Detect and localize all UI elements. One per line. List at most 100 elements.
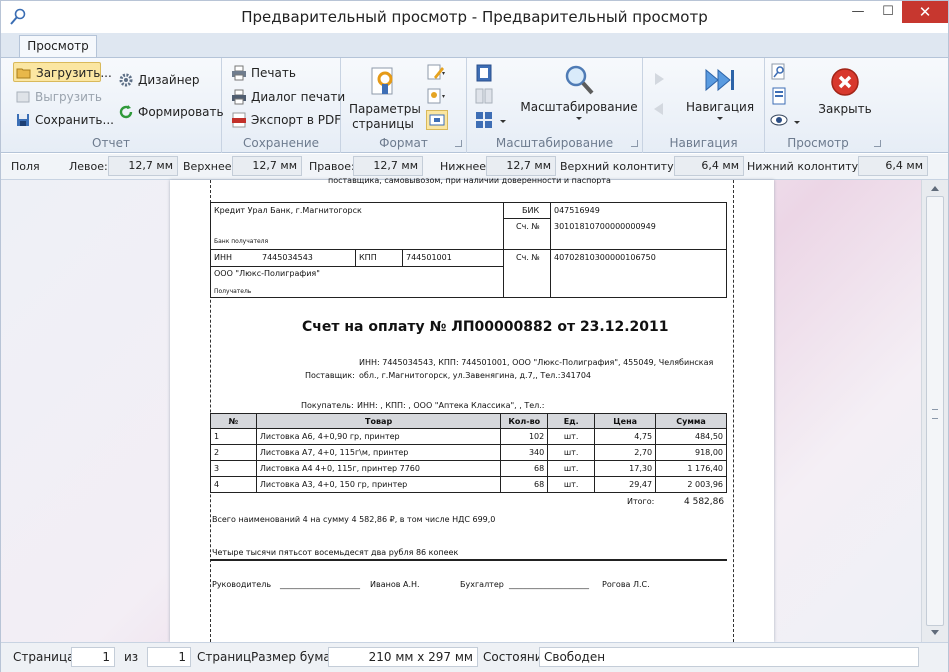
one-page-button[interactable]: [474, 63, 496, 83]
page-params-button[interactable]: Параметры страницы: [349, 66, 421, 132]
scaling-button[interactable]: Масштабирование: [519, 64, 639, 120]
maximize-button[interactable]: ☐: [873, 1, 903, 23]
kpp-value: 744501001: [406, 253, 452, 262]
table-row: 4 Листовка А3, 4+0, 150 гр, принтер 68 ш…: [210, 476, 727, 493]
build-label: Формировать: [138, 105, 224, 119]
close-window-button[interactable]: ✕: [902, 1, 948, 23]
title-bar: Предварительный просмотр - Предварительн…: [1, 1, 948, 33]
page-color-button[interactable]: [426, 63, 448, 83]
thumbnails-button[interactable]: [769, 86, 791, 106]
top-margin-field[interactable]: 12,7 мм: [232, 156, 302, 176]
group-navigation-label: Навигация: [669, 136, 738, 150]
bank-name: Кредит Урал Банк, г.Магнитогорск: [214, 206, 362, 215]
current-page-field[interactable]: 1: [71, 647, 115, 667]
cell-product: Листовка А4 4+0, 115г, принтер 7760: [255, 460, 502, 477]
watermark-button[interactable]: [426, 86, 448, 106]
save-label: Сохранить...: [35, 113, 114, 127]
group-view-launcher[interactable]: [874, 140, 881, 147]
print-button[interactable]: Печать: [229, 63, 296, 83]
printer-icon: [232, 65, 246, 81]
build-button[interactable]: Формировать: [116, 102, 224, 122]
navigation-button[interactable]: Навигация: [680, 64, 760, 120]
group-scaling-launcher[interactable]: [631, 140, 638, 147]
group-format-launcher[interactable]: [455, 140, 462, 147]
designer-label: Дизайнер: [138, 73, 200, 87]
zoom-tool-button[interactable]: [769, 62, 791, 82]
scale-page-button[interactable]: [426, 110, 448, 130]
next-page-button[interactable]: [650, 70, 672, 90]
minimize-button[interactable]: —: [843, 1, 873, 23]
buyer-label: Покупатель:: [301, 401, 354, 410]
scroll-up-icon[interactable]: [931, 186, 939, 191]
preview-window: Предварительный просмотр - Предварительн…: [0, 0, 949, 672]
vertical-scrollbar[interactable]: [921, 180, 948, 642]
unload-button[interactable]: Выгрузить: [13, 87, 102, 107]
bottom-margin-field[interactable]: 12,7 мм: [486, 156, 556, 176]
supplier-line-1: ИНН: 7445034543, КПП: 744501001, ООО "Лю…: [359, 358, 714, 367]
designer-button[interactable]: Дизайнер: [116, 70, 200, 90]
cell-price: 17,30: [594, 460, 657, 477]
view-mode-dropdown-icon[interactable]: [794, 121, 800, 124]
table-row: 1 Листовка А6, 4+0,90 гр, принтер 102 шт…: [210, 428, 727, 445]
scaling-label: Масштабирование: [520, 100, 638, 114]
prev-page-button[interactable]: [650, 100, 672, 120]
print-dialog-label: Диалог печати: [251, 90, 346, 104]
group-format: Параметры страницы Формат: [341, 58, 467, 153]
group-view: Закрыть Просмотр: [765, 58, 885, 153]
amount-in-words: Четыре тысячи пятьсот восемьдесят два ру…: [212, 548, 459, 557]
accountant-signature-line: ____________________: [509, 580, 589, 589]
export-pdf-button[interactable]: Экспорт в PDF: [229, 110, 341, 130]
page-list-icon: [772, 87, 786, 105]
page-label: Страница:: [13, 650, 79, 664]
fields-label: Поля: [11, 160, 40, 173]
total-pages-field: 1: [147, 647, 191, 667]
pencil-page-icon: [427, 64, 445, 80]
cell-price: 2,70: [594, 444, 657, 461]
print-dialog-button[interactable]: Диалог печати: [229, 87, 345, 107]
cell-number: 3: [210, 460, 257, 477]
document-page: поставщика, самовывозом, при наличии дов…: [170, 176, 774, 642]
group-scaling-label: Масштабирование: [495, 136, 614, 150]
recipient-caption: Получатель: [214, 288, 252, 295]
print-label: Печать: [251, 66, 296, 80]
accountant-name: Рогова Л.С.: [602, 580, 650, 589]
play-left-icon: [654, 103, 663, 115]
right-margin-field[interactable]: 12,7 мм: [353, 156, 423, 176]
bank-divider: [402, 249, 403, 266]
multi-pages-dropdown-icon[interactable]: [500, 120, 506, 123]
scaling-dropdown-icon: [576, 117, 582, 120]
header-margin-label: Верхний колонтитул:: [560, 160, 685, 173]
fit-page-icon: [429, 114, 445, 126]
cell-qty: 102: [500, 428, 549, 445]
col-header-product: Товар: [255, 413, 502, 429]
cell-number: 4: [210, 476, 257, 493]
acc-label: Сч. №: [516, 253, 540, 262]
scroll-thumb[interactable]: [926, 196, 944, 626]
multi-pages-button[interactable]: [474, 110, 496, 130]
save-button[interactable]: Сохранить...: [13, 110, 114, 130]
cell-qty: 68: [500, 460, 549, 477]
footer-margin-field[interactable]: 6,4 мм: [858, 156, 928, 176]
bank-divider: [550, 202, 551, 298]
load-button[interactable]: Загрузить...: [13, 62, 112, 82]
group-scaling: Масштабирование Масштабирование: [467, 58, 643, 153]
cell-sum: 918,00: [655, 444, 727, 461]
cell-sum: 2 003,96: [655, 476, 727, 493]
left-margin-field[interactable]: 12,7 мм: [108, 156, 178, 176]
two-pages-button[interactable]: [474, 86, 496, 106]
state-value: Свободен: [539, 647, 919, 667]
scroll-down-icon[interactable]: [931, 630, 939, 635]
table-row: 3 Листовка А4 4+0, 115г, принтер 7760 68…: [210, 460, 727, 477]
tab-preview[interactable]: Просмотр: [19, 35, 97, 58]
company-name: ООО "Люкс-Полиграфия": [214, 269, 320, 278]
accountant-label: Бухгалтер: [460, 580, 504, 589]
items-header-row: № Товар Кол-во Ед. Цена Сумма: [210, 413, 727, 429]
bank-divider: [355, 249, 356, 266]
close-preview-button[interactable]: Закрыть: [813, 66, 877, 117]
magnifier-icon: [565, 65, 594, 95]
bank-recipient-caption: Банк получателя: [214, 238, 269, 245]
header-margin-field[interactable]: 6,4 мм: [674, 156, 744, 176]
load-label: Загрузить...: [36, 66, 112, 80]
footer-margin-label: Нижний колонтитул:: [747, 160, 869, 173]
view-mode-button[interactable]: [769, 110, 791, 130]
